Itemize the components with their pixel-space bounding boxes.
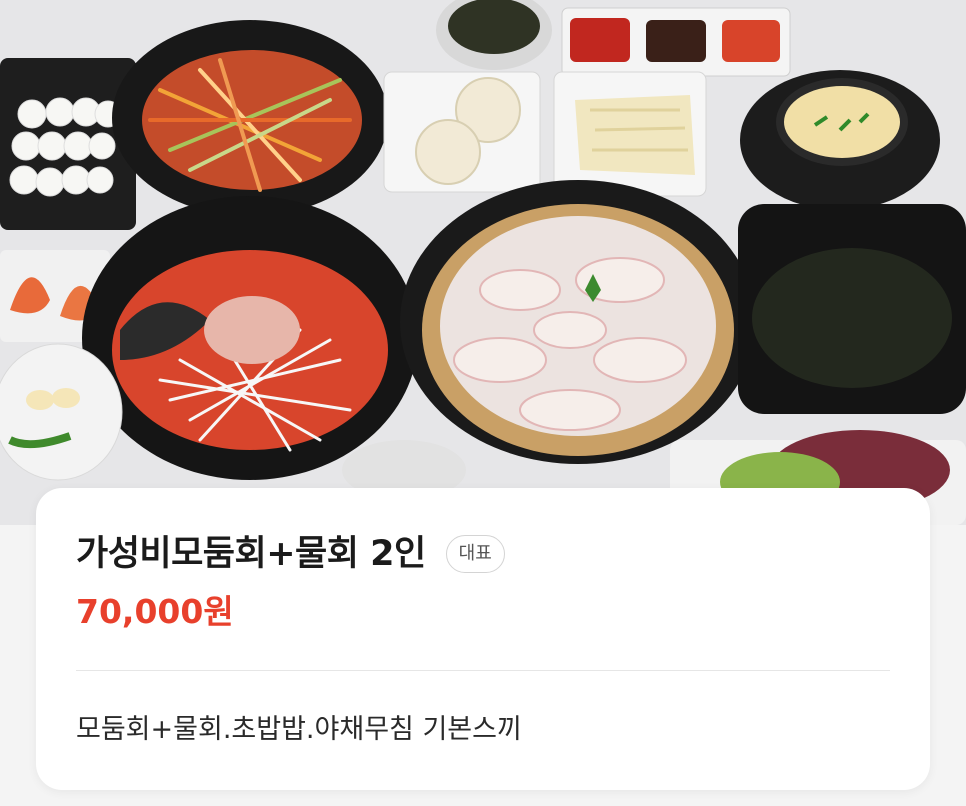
sashimi-platter (400, 180, 756, 464)
seaweed-soup-bowl (738, 204, 966, 414)
food-photo[interactable] (0, 0, 966, 525)
title-row: 가성비모둠회+물회 2인 대표 (76, 532, 505, 576)
menu-price: 70,000원 (76, 592, 234, 631)
noodle-plate (383, 71, 541, 193)
sauce-tray (561, 7, 791, 77)
menu-card[interactable]: 가성비모둠회+물회 2인 대표 70,000원 모둠회+물회.초밥밥.야채무침 … (36, 488, 930, 790)
sushi-rice-plate (0, 58, 136, 230)
garlic-pepper-plate (0, 343, 123, 481)
featured-badge: 대표 (445, 535, 505, 573)
divider (76, 670, 890, 671)
vegetable-salad-bowl (112, 20, 388, 216)
pickled-radish-plate (553, 71, 707, 197)
menu-description: 모둠회+물회.초밥밥.야채무침 기본스끼 (76, 714, 522, 745)
mulhoe-spicy-bowl (82, 196, 418, 480)
steamed-egg-pot (740, 70, 940, 210)
menu-title: 가성비모둠회+물회 2인 (76, 534, 426, 574)
